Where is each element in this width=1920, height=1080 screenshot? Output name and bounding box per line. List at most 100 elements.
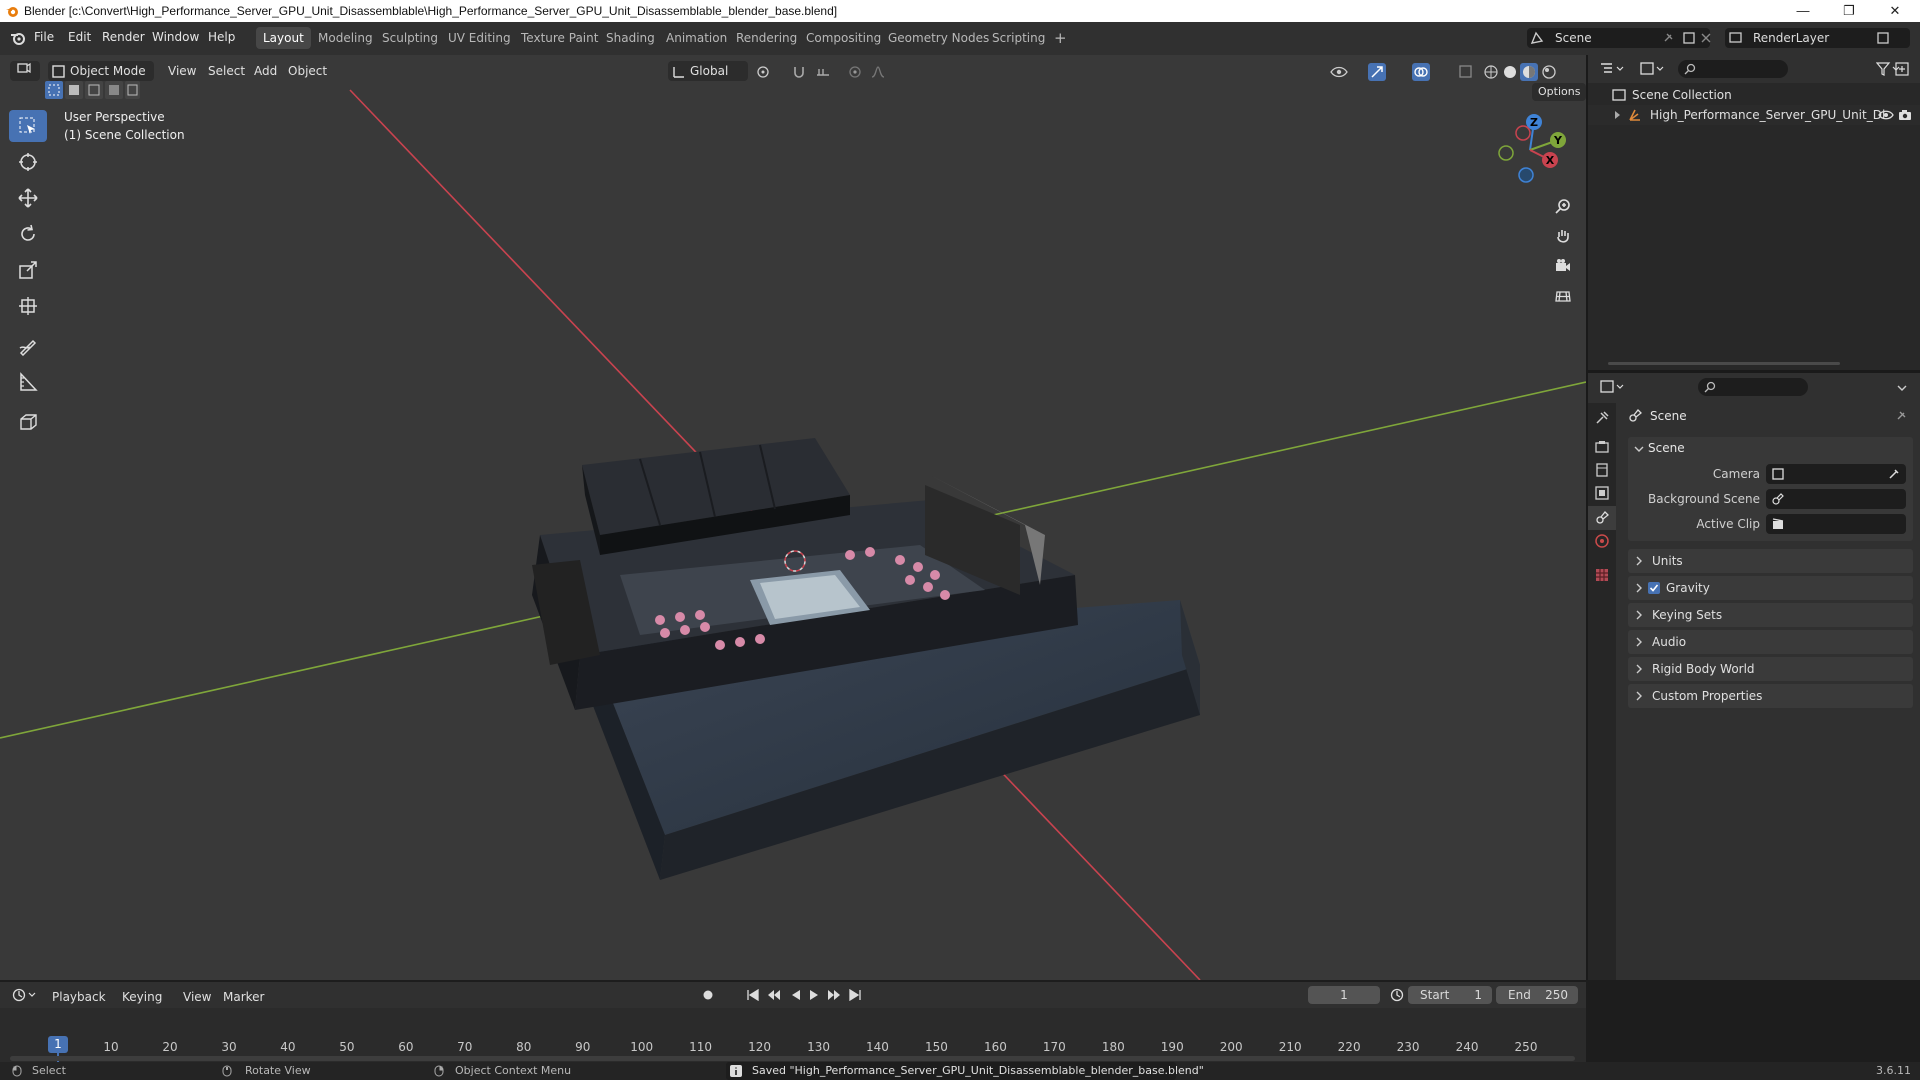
display-mode-icon[interactable] [1640, 62, 1668, 76]
view-layer-tab-icon[interactable] [1595, 486, 1609, 500]
status-report[interactable]: Saved "High_Performance_Server_GPU_Unit_… [726, 1062, 1204, 1080]
render-tab-icon[interactable] [1595, 440, 1609, 454]
maximize-button[interactable]: ❐ [1826, 0, 1872, 22]
tab-compositing[interactable]: Compositing [799, 27, 888, 49]
viewport-scene[interactable] [0, 55, 1586, 980]
minimize-button[interactable]: — [1780, 0, 1826, 22]
scene-tab[interactable] [1588, 506, 1616, 530]
ortho-toggle-button[interactable] [1550, 283, 1576, 309]
current-frame-field[interactable]: 1 [1308, 986, 1380, 1004]
wireframe-shading-icon[interactable] [1483, 64, 1499, 80]
gravity-panel[interactable]: Gravity [1628, 576, 1913, 600]
outliner-row-object[interactable]: High_Performance_Server_GPU_Unit_Di [1588, 105, 1920, 125]
overlays-toggle-icon[interactable] [1412, 63, 1430, 81]
tab-scripting[interactable]: Scripting [985, 27, 1052, 49]
active-clip-field[interactable] [1766, 514, 1906, 534]
pivot-point-icon[interactable] [756, 65, 772, 79]
delete-scene-icon[interactable] [1700, 32, 1712, 44]
outliner-row-scene-collection[interactable]: Scene Collection [1588, 85, 1920, 105]
tab-modeling[interactable]: Modeling [311, 27, 380, 49]
xray-toggle-icon[interactable] [1458, 64, 1474, 80]
texture-tab-icon[interactable] [1595, 568, 1609, 582]
select-new-icon[interactable] [45, 81, 63, 99]
menu-edit[interactable]: Edit [68, 30, 91, 44]
snap-target-icon[interactable] [815, 65, 831, 79]
render-camera-icon[interactable] [1898, 108, 1912, 122]
eyedropper-icon[interactable] [1888, 468, 1900, 480]
tool-annotate[interactable] [9, 330, 47, 362]
play-reverse-icon[interactable] [790, 989, 802, 1001]
tool-select-box[interactable] [9, 110, 47, 142]
rendered-shading-icon[interactable] [1541, 64, 1557, 80]
snap-icon[interactable] [792, 65, 808, 79]
zoom-view-button[interactable] [1550, 193, 1576, 219]
solid-shading-icon[interactable] [1502, 64, 1518, 80]
new-scene-icon[interactable] [1682, 31, 1696, 45]
tab-shading[interactable]: Shading [599, 27, 662, 49]
chevron-down-icon[interactable] [1896, 382, 1908, 394]
close-button[interactable]: ✕ [1872, 0, 1918, 22]
tab-sculpting[interactable]: Sculpting [375, 27, 445, 49]
start-frame-field[interactable]: Start 1 [1408, 986, 1492, 1004]
background-scene-field[interactable] [1766, 489, 1906, 509]
record-icon[interactable] [702, 989, 714, 1001]
world-tab-icon[interactable] [1595, 534, 1609, 548]
menu-playback[interactable]: Playback [52, 987, 106, 1007]
play-icon[interactable] [808, 989, 820, 1001]
tab-animation[interactable]: Animation [659, 27, 734, 49]
gravity-checkbox[interactable] [1648, 582, 1660, 594]
tab-layout[interactable]: Layout [256, 27, 311, 49]
tool-measure[interactable] [9, 366, 47, 398]
jump-keyframe-forward-icon[interactable] [826, 989, 842, 1001]
visibility-icon[interactable] [1330, 64, 1348, 80]
menu-view[interactable]: View [168, 61, 196, 81]
material-preview-shading-icon[interactable] [1520, 63, 1538, 81]
blender-menu-icon[interactable] [10, 31, 26, 45]
menu-help[interactable]: Help [208, 30, 235, 44]
tool-rotate[interactable] [9, 218, 47, 250]
tool-tab-icon[interactable] [1595, 411, 1609, 425]
tool-cursor[interactable] [9, 146, 47, 178]
options-dropdown[interactable]: Options [1532, 83, 1586, 101]
menu-object[interactable]: Object [288, 61, 327, 81]
outliner-editor-icon[interactable] [1600, 62, 1628, 76]
jump-start-icon[interactable] [746, 989, 760, 1001]
keying-sets-panel[interactable]: Keying Sets [1628, 603, 1913, 627]
add-workspace-button[interactable]: + [1047, 27, 1074, 49]
properties-search-input[interactable] [1698, 378, 1808, 396]
timeline-editor-icon[interactable] [12, 988, 40, 1002]
camera-view-button[interactable] [1550, 253, 1576, 279]
menu-render[interactable]: Render [102, 30, 145, 44]
tool-scale[interactable] [9, 254, 47, 286]
tab-geometry-nodes[interactable]: Geometry Nodes [881, 27, 996, 49]
navigation-gizmo[interactable]: Z Y X [1490, 110, 1570, 190]
editor-type-button[interactable] [10, 61, 40, 81]
tab-texture-paint[interactable]: Texture Paint [514, 27, 605, 49]
eye-icon[interactable] [1878, 108, 1894, 122]
tool-move[interactable] [9, 182, 47, 214]
outliner-scrollbar[interactable] [1608, 362, 1840, 365]
menu-file[interactable]: File [34, 30, 54, 44]
custom-properties-panel[interactable]: Custom Properties [1628, 684, 1913, 708]
audio-panel[interactable]: Audio [1628, 630, 1913, 654]
gizmo-toggle-icon[interactable] [1368, 63, 1386, 81]
new-view-layer-icon[interactable] [1876, 31, 1890, 45]
menu-select[interactable]: Select [208, 61, 245, 81]
tool-add-cube[interactable] [9, 406, 47, 438]
rigid-body-world-panel[interactable]: Rigid Body World [1628, 657, 1913, 681]
preview-range-icon[interactable] [1390, 988, 1404, 1002]
tab-rendering[interactable]: Rendering [729, 27, 804, 49]
menu-keying[interactable]: Keying [122, 987, 162, 1007]
camera-field[interactable] [1766, 464, 1906, 484]
end-frame-field[interactable]: End 250 [1496, 986, 1578, 1004]
units-panel[interactable]: Units [1628, 549, 1913, 573]
outliner-search-input[interactable] [1678, 60, 1788, 78]
pin-icon[interactable] [1662, 32, 1674, 44]
select-intersect-icon[interactable] [125, 81, 140, 99]
expand-arrow-icon[interactable] [1614, 111, 1622, 119]
menu-marker[interactable]: Marker [223, 987, 264, 1007]
menu-add[interactable]: Add [254, 61, 277, 81]
3d-viewport[interactable]: Object Mode View Select Add Object Globa… [0, 55, 1586, 980]
tab-uv-editing[interactable]: UV Editing [441, 27, 518, 49]
pan-view-button[interactable] [1550, 223, 1576, 249]
